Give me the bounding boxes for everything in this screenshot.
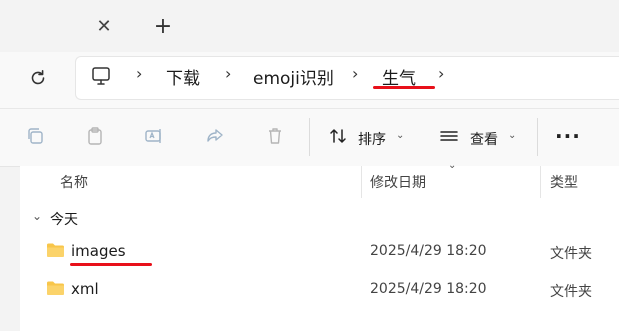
- group-collapse-icon[interactable]: ⌄: [32, 209, 42, 223]
- refresh-icon[interactable]: [24, 64, 52, 92]
- column-header-type[interactable]: 类型: [550, 172, 578, 192]
- chevron-down-icon[interactable]: ⌄: [508, 130, 516, 141]
- address-bar[interactable]: [75, 56, 619, 100]
- annotation-underline-images: [70, 263, 152, 266]
- delete-icon[interactable]: [264, 125, 286, 147]
- column-divider[interactable]: [540, 166, 541, 198]
- folder-icon: [46, 242, 65, 261]
- breadcrumb-chevron[interactable]: ›: [225, 64, 231, 83]
- breadcrumb-chevron[interactable]: ›: [352, 64, 358, 83]
- view-icon[interactable]: [438, 125, 460, 147]
- column-divider[interactable]: [361, 166, 362, 198]
- breadcrumb-chevron[interactable]: ›: [136, 64, 142, 83]
- rename-icon[interactable]: [143, 125, 165, 147]
- chevron-down-icon[interactable]: ⌄: [396, 130, 404, 141]
- close-tab-icon[interactable]: ✕: [91, 13, 117, 39]
- breadcrumb-item-emoji[interactable]: emoji识别: [253, 64, 334, 89]
- sort-icon[interactable]: [327, 125, 349, 147]
- file-name[interactable]: xml: [71, 280, 99, 298]
- sort-indicator-icon: ⌄: [448, 160, 457, 171]
- column-header-modified[interactable]: 修改日期: [370, 172, 426, 192]
- folder-icon: [46, 280, 65, 299]
- breadcrumb-item-downloads[interactable]: 下载: [166, 64, 200, 89]
- copy-icon[interactable]: [24, 125, 46, 147]
- file-type: 文件夹: [550, 284, 592, 300]
- share-icon[interactable]: [204, 125, 226, 147]
- breadcrumb-chevron[interactable]: ›: [438, 64, 444, 83]
- view-button[interactable]: 查看: [470, 129, 498, 149]
- table-row[interactable]: [20, 273, 619, 303]
- column-header-name[interactable]: 名称: [60, 172, 88, 192]
- toolbar-divider: [537, 118, 538, 156]
- group-label-today[interactable]: 今天: [50, 209, 78, 229]
- toolbar-divider: [309, 118, 310, 156]
- more-icon[interactable]: ···: [555, 124, 581, 148]
- computer-icon[interactable]: [90, 65, 112, 87]
- file-modified: 2025/4/29 18:20: [370, 281, 487, 297]
- sort-button[interactable]: 排序: [358, 129, 386, 149]
- file-modified: 2025/4/29 18:20: [370, 243, 487, 259]
- file-name[interactable]: images: [71, 242, 126, 260]
- paste-icon[interactable]: [84, 125, 106, 147]
- annotation-underline-current: [373, 86, 435, 89]
- new-tab-icon[interactable]: +: [150, 13, 176, 39]
- file-type: 文件夹: [550, 246, 592, 262]
